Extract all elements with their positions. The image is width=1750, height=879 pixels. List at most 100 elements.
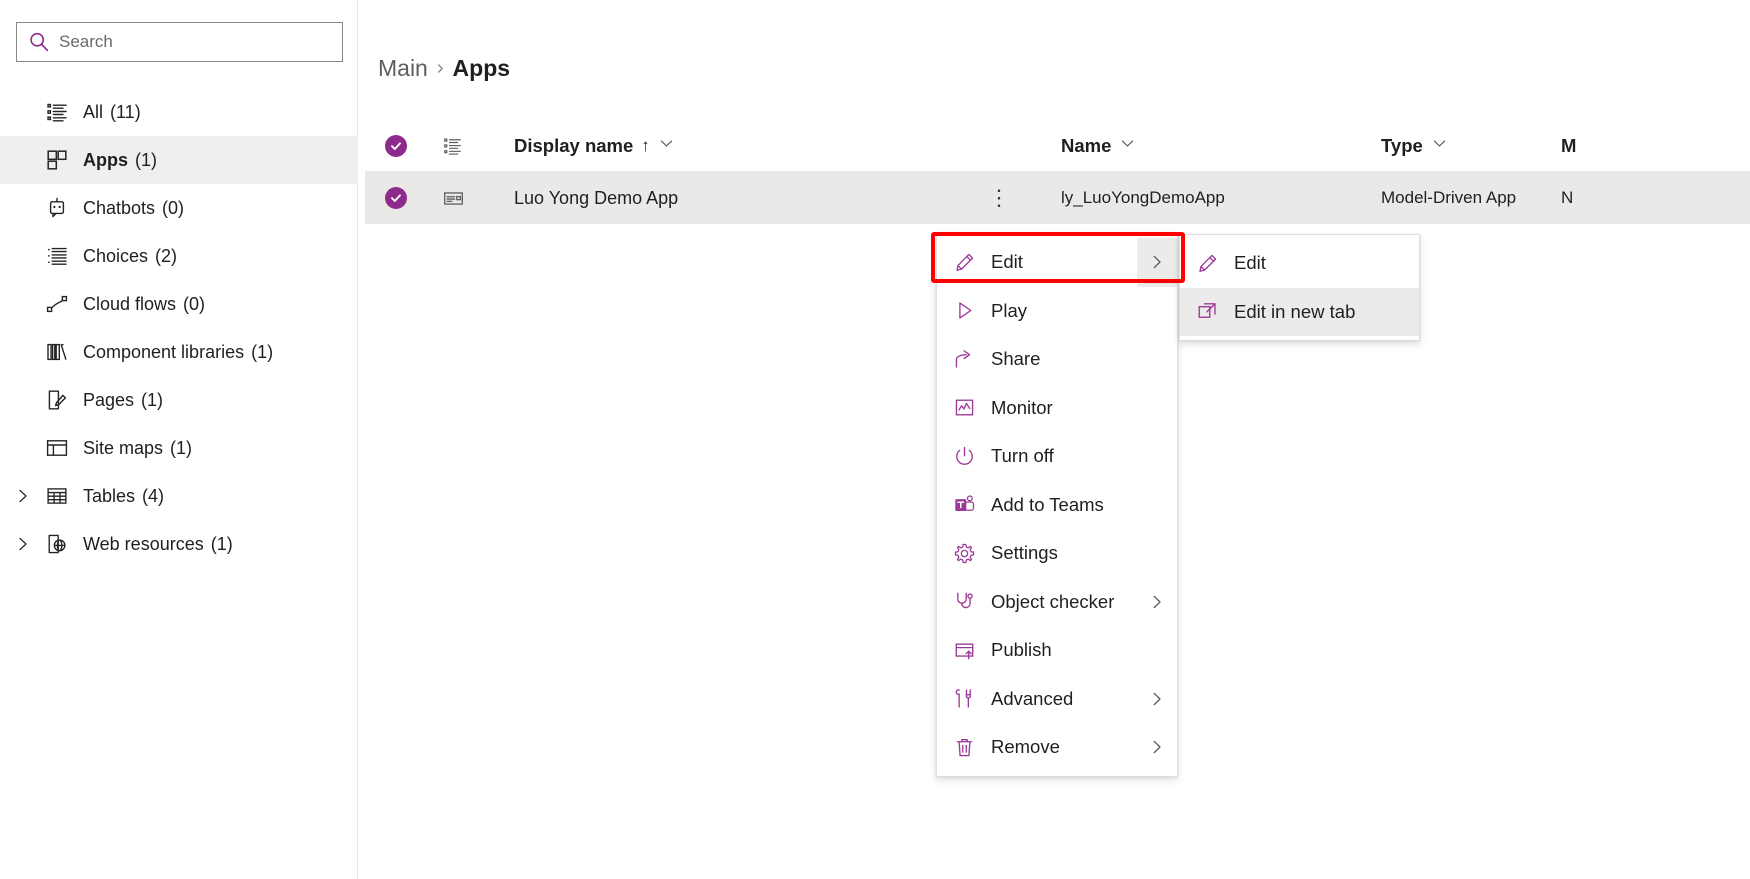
context-menu-item-publish[interactable]: Publish (937, 626, 1177, 675)
sidebar-item-cloud-flows[interactable]: Cloud flows (0) (0, 280, 358, 328)
column-header-type[interactable]: Type (1369, 135, 1549, 157)
edit-submenu: Edit Edit in new tab (1179, 234, 1420, 341)
sidebar-item-component-libraries[interactable]: Component libraries (1) (0, 328, 358, 376)
play-icon (951, 298, 977, 324)
column-header-icon (427, 135, 479, 157)
context-menu-item-monitor[interactable]: Monitor (937, 384, 1177, 433)
page-edit-icon (44, 387, 70, 413)
sidebar-item-label: Web resources (83, 533, 204, 554)
model-driven-app-icon (427, 187, 479, 210)
context-menu-item-settings[interactable]: Settings (937, 529, 1177, 578)
web-resource-icon (44, 531, 70, 557)
sidebar-item-all[interactable]: All (11) (0, 88, 358, 136)
sidebar-item-chatbots[interactable]: Chatbots (0) (0, 184, 358, 232)
chevron-down-icon[interactable] (658, 135, 675, 157)
context-menu-item-edit[interactable]: Edit (937, 238, 1177, 287)
column-header-display-name[interactable]: Display name ↑ (479, 135, 979, 157)
context-menu-item-object-checker[interactable]: Object checker (937, 578, 1177, 627)
sidebar-item-choices[interactable]: Choices (2) (0, 232, 358, 280)
pencil-icon (951, 249, 977, 275)
breadcrumb: Main › Apps (378, 55, 510, 82)
context-menu-item-play[interactable]: Play (937, 287, 1177, 336)
column-header-label: M (1561, 134, 1577, 156)
advanced-icon (951, 686, 977, 712)
column-header-label: Type (1381, 134, 1423, 156)
column-header-modified[interactable]: M (1549, 135, 1669, 157)
breadcrumb-root[interactable]: Main (378, 55, 428, 82)
chatbot-icon (44, 195, 70, 221)
share-icon (951, 346, 977, 372)
sidebar-item-apps[interactable]: Apps (1) (0, 136, 358, 184)
context-menu-item-advanced[interactable]: Advanced (937, 675, 1177, 724)
list-all-icon (44, 99, 70, 125)
row-name: ly_LuoYongDemoApp (1061, 188, 1225, 207)
row-modified: N (1561, 188, 1574, 207)
context-menu-item-label: Play (991, 299, 1027, 321)
sidebar-item-count: (11) (110, 101, 141, 122)
row-more-actions-button[interactable]: ⋮ (979, 187, 1019, 209)
pencil-icon (1194, 250, 1220, 276)
sidebar-item-label: All (83, 101, 104, 122)
sidebar-item-label: Site maps (83, 437, 164, 458)
context-menu-item-share[interactable]: Share (937, 335, 1177, 384)
column-header-name[interactable]: Name (1019, 135, 1369, 157)
sidebar: All (11) Apps (1) (0, 0, 358, 879)
sidebar-item-label: Cloud flows (83, 293, 177, 314)
column-header-label: Display name (514, 134, 634, 156)
context-menu-item-label: Advanced (991, 687, 1074, 709)
sidebar-item-site-maps[interactable]: Site maps (1) (0, 424, 358, 472)
context-menu-item-add-to-teams[interactable]: Add to Teams (937, 481, 1177, 530)
search-input[interactable] (59, 30, 332, 54)
search-icon (27, 30, 51, 54)
submenu-item-edit[interactable]: Edit (1180, 239, 1419, 288)
sidebar-item-count: (0) (183, 293, 206, 314)
sidebar-item-count: (1) (170, 437, 193, 458)
power-icon (951, 443, 977, 469)
breadcrumb-separator-icon: › (436, 57, 444, 79)
chevron-right-icon[interactable] (10, 520, 36, 568)
context-menu-item-remove[interactable]: Remove (937, 723, 1177, 772)
chevron-right-icon[interactable] (1137, 675, 1177, 724)
context-menu-item-label: Object checker (991, 590, 1115, 612)
chevron-right-icon[interactable] (1137, 723, 1177, 772)
submenu-item-label: Edit (1234, 252, 1266, 274)
context-menu-item-label: Monitor (991, 396, 1053, 418)
context-menu-item-label: Share (991, 348, 1041, 370)
sidebar-item-count: (1) (210, 533, 233, 554)
sidebar-item-web-resources[interactable]: Web resources (1) (0, 520, 358, 568)
chevron-right-icon[interactable] (1137, 238, 1177, 287)
sidebar-item-label: Component libraries (83, 341, 245, 362)
chevron-right-icon[interactable] (10, 472, 36, 520)
table-icon (44, 483, 70, 509)
component-library-icon (44, 339, 70, 365)
sidebar-item-label: Apps (83, 149, 128, 170)
sidebar-item-tables[interactable]: Tables (4) (0, 472, 358, 520)
context-menu-item-label: Add to Teams (991, 493, 1104, 515)
app-root: All (11) Apps (1) (0, 0, 1750, 879)
choices-list-icon (44, 243, 70, 269)
monitor-icon (951, 395, 977, 421)
sidebar-item-count: (1) (135, 149, 157, 170)
sidebar-item-count: (4) (142, 485, 165, 506)
sidebar-item-pages[interactable]: Pages (1) (0, 376, 358, 424)
sidebar-item-count: (1) (251, 341, 274, 362)
context-menu-item-label: Remove (991, 736, 1060, 758)
breadcrumb-current: Apps (452, 55, 511, 81)
checkmark-circle-icon (385, 134, 407, 157)
table-row[interactable]: Luo Yong Demo App ⋮ ly_LuoYongDemoApp Mo… (365, 172, 1750, 224)
new-window-icon (1194, 299, 1220, 325)
select-all-checkbox[interactable] (365, 134, 427, 157)
chevron-down-icon[interactable] (1431, 135, 1448, 157)
search-box[interactable] (16, 22, 343, 62)
chevron-down-icon[interactable] (1119, 135, 1136, 157)
row-checkbox[interactable] (365, 187, 427, 209)
context-menu-item-turn-off[interactable]: Turn off (937, 432, 1177, 481)
row-type: Model-Driven App (1381, 188, 1517, 207)
submenu-item-edit-in-new-tab[interactable]: Edit in new tab (1180, 287, 1419, 336)
context-menu-item-label: Turn off (991, 445, 1054, 467)
teams-icon (951, 492, 977, 518)
row-display-name[interactable]: Luo Yong Demo App (479, 188, 979, 209)
gear-icon (951, 540, 977, 566)
chevron-right-icon[interactable] (1137, 578, 1177, 627)
submenu-item-label: Edit in new tab (1234, 300, 1356, 322)
